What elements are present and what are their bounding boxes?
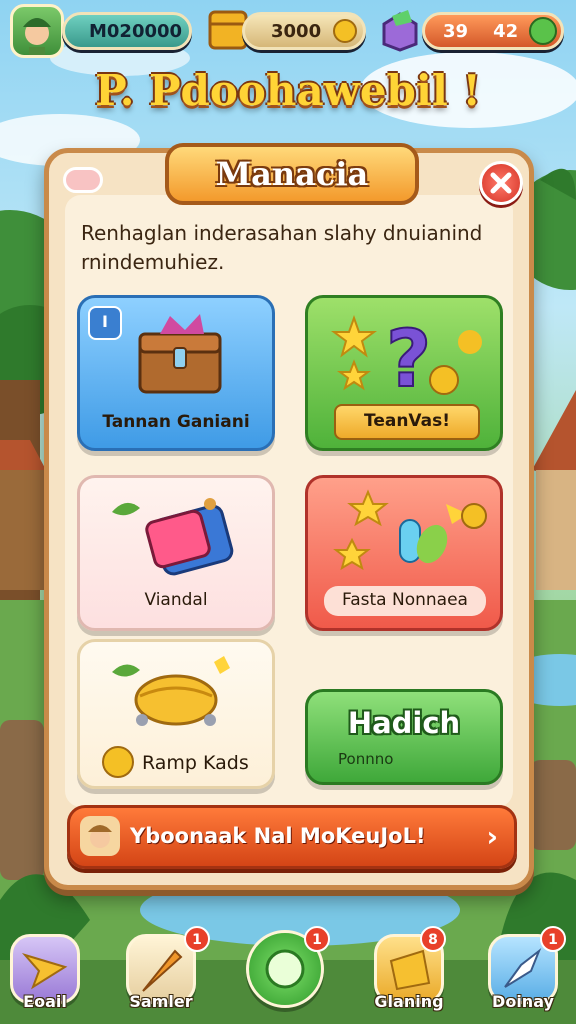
nav-label-sample: Samler: [129, 992, 193, 1011]
gems-and-stars-icon: [333, 489, 487, 571]
card-label: Tannan Ganiani: [102, 412, 250, 432]
mystery-question-icon: ?: [331, 314, 482, 404]
card-viandal[interactable]: Viandal: [77, 475, 275, 631]
nav-badge: 1: [184, 926, 210, 952]
chevron-right-icon: ›: [486, 820, 498, 853]
card-teanvas[interactable]: ? TeanVas!: [305, 295, 503, 451]
gems-text: 39 42: [443, 20, 519, 42]
gems-counter: 39 42: [422, 12, 564, 50]
fasta-label-bg: Fasta Nonnaea: [324, 586, 486, 616]
gold-text: 3000: [271, 20, 322, 42]
nav-badge: 8: [420, 926, 446, 952]
card-badge: I: [88, 306, 122, 340]
nav-label-glaning: Glaning: [374, 992, 444, 1011]
coins-text: M020000: [89, 20, 183, 42]
game-title: P. Pdoohawebil !: [95, 66, 481, 115]
gold-counter: 3000: [242, 12, 366, 50]
card-ramp-kads[interactable]: Ramp Kads: [77, 639, 275, 789]
svg-text:?: ?: [386, 315, 431, 404]
panel-decoration: [63, 167, 103, 193]
game-scene: M020000 3000 39 42 P. Pdoohawebil ! Mana…: [0, 0, 576, 1024]
close-icon: [490, 172, 512, 194]
panel-header: Manacia: [165, 143, 419, 205]
promo-banner[interactable]: Yboonaak Nal MoKeuJoL! ›: [67, 805, 517, 869]
main-panel: Manacia Renhaglan inderasahan slahy dnui…: [44, 143, 534, 890]
nav-label-doinay: Doinay: [492, 992, 554, 1011]
coin-icon: [102, 746, 134, 778]
coins-counter: M020000: [62, 12, 192, 50]
treasure-chest-icon: [138, 314, 222, 394]
backpack-icon: [112, 498, 234, 576]
card-label: Viandal: [144, 590, 208, 610]
card-hadich[interactable]: Hadich Ponnno: [305, 689, 503, 785]
character-icon: [80, 816, 120, 856]
coin-icon: [333, 19, 357, 43]
card-label: TeanVas!: [363, 411, 450, 431]
player-avatar[interactable]: [10, 4, 64, 58]
card-title: Hadich: [347, 706, 461, 740]
card-subtitle: Ponnno: [338, 750, 394, 768]
nav-label-mail: Eoail: [23, 992, 67, 1011]
gem-box-icon: [380, 8, 420, 52]
golden-basket-icon: [112, 656, 230, 726]
nav-badge: 1: [540, 926, 566, 952]
panel-description: Renhaglan inderasahan slahy dnuianind rn…: [81, 221, 483, 274]
avatar-icon: [23, 18, 51, 55]
promo-text: Yboonaak Nal MoKeuJoL!: [130, 824, 426, 848]
card-fasta[interactable]: Fasta Nonnaea: [305, 475, 503, 631]
card-label: Fasta Nonnaea: [342, 590, 468, 610]
teanvas-button[interactable]: TeanVas!: [334, 404, 480, 440]
nav-badge: 1: [304, 926, 330, 952]
card-label: Ramp Kads: [142, 752, 249, 774]
leaf-icon[interactable]: [529, 17, 557, 45]
close-button[interactable]: [479, 161, 523, 205]
card-tannan[interactable]: I Tannan Ganiani: [77, 295, 275, 451]
